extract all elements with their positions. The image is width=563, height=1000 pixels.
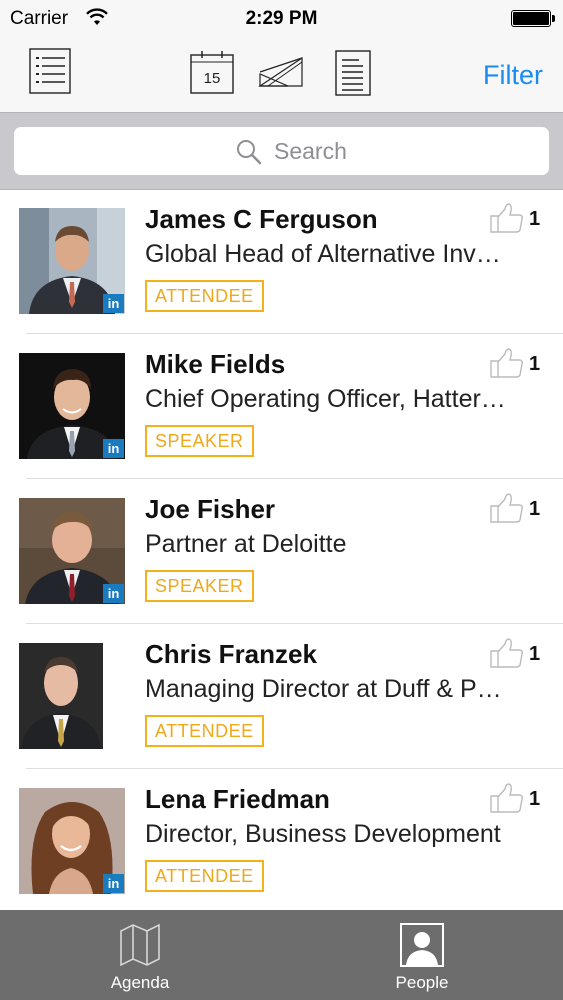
avatar: in	[19, 208, 125, 314]
like-count: 1	[529, 788, 541, 810]
person-name: James C Ferguson	[145, 204, 378, 234]
envelope-icon[interactable]	[258, 56, 306, 93]
document-icon[interactable]	[335, 50, 371, 101]
role-badge: ATTENDEE	[145, 280, 264, 312]
person-name: Lena Friedman	[145, 784, 330, 814]
tab-label: People	[395, 973, 449, 992]
thumbs-up-icon[interactable]	[489, 202, 525, 239]
tab-people[interactable]: People	[352, 910, 492, 1000]
list-item[interactable]: in Joe Fisher Partner at Deloitte SPEAKE…	[0, 480, 563, 625]
avatar: in	[19, 353, 125, 459]
search-bar: Search	[0, 113, 563, 190]
search-placeholder: Search	[274, 138, 347, 164]
person-title: Partner at Deloitte	[145, 530, 347, 558]
row-divider	[26, 768, 563, 769]
person-name: Chris Franzek	[145, 639, 317, 669]
map-icon	[120, 923, 160, 967]
like-count: 1	[529, 353, 541, 375]
person-icon	[400, 923, 444, 967]
calendar-icon[interactable]: 15	[190, 50, 234, 99]
thumbs-up-icon[interactable]	[489, 637, 525, 674]
thumbs-up-icon[interactable]	[489, 492, 525, 529]
role-badge: SPEAKER	[145, 425, 254, 457]
person-name: Mike Fields	[145, 349, 286, 379]
list-icon[interactable]	[29, 48, 71, 99]
avatar: in	[19, 788, 125, 894]
list-item[interactable]: in James C Ferguson Global Head of Alter…	[0, 190, 563, 335]
person-title: Director, Business Development	[145, 820, 501, 848]
like-count: 1	[529, 643, 541, 665]
role-badge: ATTENDEE	[145, 860, 264, 892]
linkedin-icon[interactable]: in	[103, 584, 124, 603]
nav-bar: 15 Filter	[0, 36, 563, 113]
avatar	[19, 643, 103, 749]
thumbs-up-icon[interactable]	[489, 782, 525, 819]
person-title: Global Head of Alternative Inv…	[145, 240, 501, 268]
role-badge: ATTENDEE	[145, 715, 264, 747]
people-list: in James C Ferguson Global Head of Alter…	[0, 190, 563, 910]
row-divider	[26, 333, 563, 334]
search-input[interactable]: Search	[14, 127, 549, 175]
person-title: Chief Operating Officer, Hatter…	[145, 385, 506, 413]
tab-bar: Agenda People	[0, 910, 563, 1000]
battery-icon	[511, 10, 555, 27]
like-count: 1	[529, 498, 541, 520]
list-item[interactable]: in Mike Fields Chief Operating Officer, …	[0, 335, 563, 480]
row-divider	[26, 478, 563, 479]
clock: 2:29 PM	[245, 8, 318, 29]
tab-agenda[interactable]: Agenda	[70, 910, 210, 1000]
tab-label: Agenda	[110, 973, 170, 992]
list-item[interactable]: Chris Franzek Managing Director at Duff …	[0, 625, 563, 770]
avatar: in	[19, 498, 125, 604]
person-name: Joe Fisher	[145, 494, 276, 524]
status-bar: Carrier 2:29 PM	[0, 0, 563, 36]
row-divider	[26, 623, 563, 624]
role-badge: SPEAKER	[145, 570, 254, 602]
linkedin-icon[interactable]: in	[103, 294, 124, 313]
list-item[interactable]: in Lena Friedman Director, Business Deve…	[0, 770, 563, 910]
filter-button[interactable]: Filter	[483, 60, 543, 91]
person-title: Managing Director at Duff & P…	[145, 675, 502, 703]
calendar-day: 15	[204, 70, 221, 87]
like-count: 1	[529, 208, 541, 230]
thumbs-up-icon[interactable]	[489, 347, 525, 384]
linkedin-icon[interactable]: in	[103, 874, 124, 893]
linkedin-icon[interactable]: in	[103, 439, 124, 458]
search-icon	[236, 139, 262, 170]
